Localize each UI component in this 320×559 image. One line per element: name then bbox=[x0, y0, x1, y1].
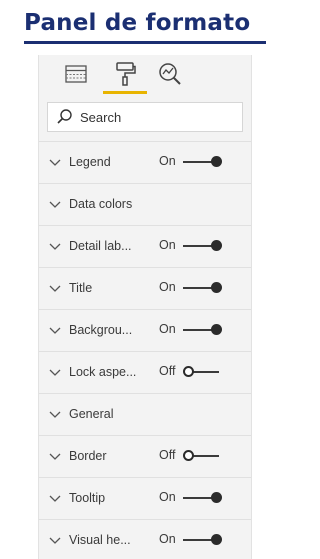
section-toggle[interactable]: On bbox=[159, 237, 225, 255]
format-section-row[interactable]: Legend On bbox=[39, 141, 251, 183]
section-label: Visual he... bbox=[69, 533, 131, 547]
section-label: Lock aspe... bbox=[69, 365, 137, 379]
toggle-knob bbox=[211, 324, 222, 335]
section-toggle[interactable]: Off bbox=[159, 363, 225, 381]
active-tab-indicator bbox=[103, 91, 147, 94]
section-label: General bbox=[69, 407, 114, 421]
toggle-track bbox=[183, 329, 213, 331]
format-sections-list: Legend On Data colors Detail lab... On Title O… bbox=[39, 141, 251, 559]
section-toggle[interactable]: On bbox=[159, 489, 225, 507]
chevron-down-icon[interactable] bbox=[49, 325, 61, 335]
toggle-track bbox=[183, 497, 213, 499]
toggle-track bbox=[183, 287, 213, 289]
toggle-track bbox=[183, 539, 213, 541]
paint-roller-icon bbox=[116, 62, 136, 86]
format-section-row[interactable]: Lock aspe... Off bbox=[39, 351, 251, 393]
toggle-knob bbox=[183, 366, 194, 377]
toggle-track bbox=[193, 371, 219, 373]
format-pane: Legend On Data colors Detail lab... On Title O… bbox=[38, 55, 252, 559]
format-section-row[interactable]: General bbox=[39, 393, 251, 435]
section-toggle[interactable]: On bbox=[159, 279, 225, 297]
search-icon bbox=[57, 109, 72, 124]
toggle-state-label: On bbox=[159, 280, 176, 294]
toggle-knob bbox=[211, 492, 222, 503]
tab-analytics[interactable] bbox=[156, 61, 184, 87]
chevron-down-icon[interactable] bbox=[49, 241, 61, 251]
search-input[interactable] bbox=[80, 109, 230, 125]
section-label: Data colors bbox=[69, 197, 133, 211]
toggle-knob bbox=[211, 156, 222, 167]
toggle-knob bbox=[211, 240, 222, 251]
section-label: Backgrou... bbox=[69, 323, 133, 337]
section-label: Legend bbox=[69, 155, 111, 169]
format-section-row[interactable]: Border Off bbox=[39, 435, 251, 477]
tab-format[interactable] bbox=[111, 61, 139, 87]
chevron-down-icon[interactable] bbox=[49, 367, 61, 377]
toggle-track bbox=[193, 455, 219, 457]
format-section-row[interactable]: Backgrou... On bbox=[39, 309, 251, 351]
search-box[interactable] bbox=[47, 102, 243, 132]
format-section-row[interactable]: Title On bbox=[39, 267, 251, 309]
format-section-row[interactable]: Tooltip On bbox=[39, 477, 251, 519]
tab-fields[interactable] bbox=[62, 61, 90, 87]
pane-tab-bar bbox=[39, 55, 251, 97]
toggle-state-label: On bbox=[159, 154, 176, 168]
section-toggle[interactable]: On bbox=[159, 153, 225, 171]
chevron-down-icon[interactable] bbox=[49, 451, 61, 461]
format-section-row[interactable]: Data colors bbox=[39, 183, 251, 225]
section-label: Detail lab... bbox=[69, 239, 132, 253]
fields-table-icon bbox=[65, 65, 87, 83]
section-label: Tooltip bbox=[69, 491, 106, 505]
chevron-down-icon[interactable] bbox=[49, 493, 61, 503]
chevron-down-icon[interactable] bbox=[49, 157, 61, 167]
toggle-state-label: Off bbox=[159, 448, 176, 462]
section-label: Title bbox=[69, 281, 93, 295]
toggle-state-label: On bbox=[159, 238, 176, 252]
section-toggle[interactable]: On bbox=[159, 321, 225, 339]
chevron-down-icon[interactable] bbox=[49, 409, 61, 419]
toggle-state-label: On bbox=[159, 490, 176, 504]
section-toggle[interactable]: Off bbox=[159, 447, 225, 465]
format-section-row[interactable]: Visual he... On bbox=[39, 519, 251, 559]
toggle-state-label: On bbox=[159, 532, 176, 546]
toggle-state-label: Off bbox=[159, 364, 176, 378]
toggle-knob bbox=[211, 534, 222, 545]
analytics-magnifier-icon bbox=[159, 63, 181, 85]
chevron-down-icon[interactable] bbox=[49, 199, 61, 209]
title-underline bbox=[24, 41, 266, 44]
chevron-down-icon[interactable] bbox=[49, 535, 61, 545]
format-section-row[interactable]: Detail lab... On bbox=[39, 225, 251, 267]
toggle-knob bbox=[183, 450, 194, 461]
toggle-knob bbox=[211, 282, 222, 293]
section-label: Border bbox=[69, 449, 107, 463]
toggle-state-label: On bbox=[159, 322, 176, 336]
page-title: Panel de formato bbox=[24, 10, 251, 36]
toggle-track bbox=[183, 161, 213, 163]
chevron-down-icon[interactable] bbox=[49, 283, 61, 293]
toggle-track bbox=[183, 245, 213, 247]
section-toggle[interactable]: On bbox=[159, 531, 225, 549]
